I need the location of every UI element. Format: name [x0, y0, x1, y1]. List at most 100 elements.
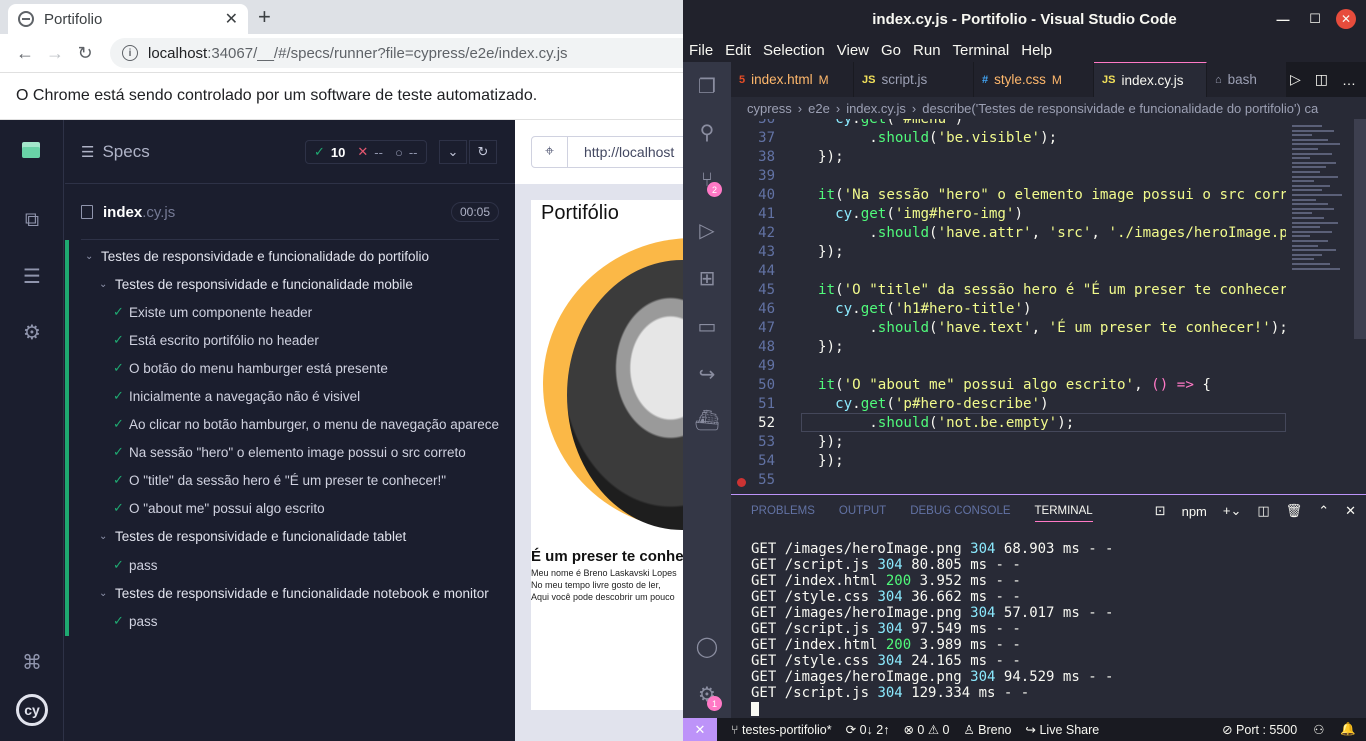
new-tab-button[interactable]: + [258, 4, 271, 30]
chevron-down-icon[interactable]: ⌄ [439, 140, 467, 164]
menu-item[interactable]: Selection [763, 42, 825, 59]
code-editor[interactable]: 36 cy.get('#menu')37 .should('be.visible… [731, 119, 1286, 494]
run-icon[interactable]: ▷ [1290, 71, 1301, 88]
menu-item[interactable]: View [837, 42, 869, 59]
search-icon[interactable]: ⚲ [695, 120, 719, 144]
panel-tab[interactable]: OUTPUT [839, 505, 886, 522]
back-button[interactable]: ← [10, 38, 40, 68]
feedback-icon[interactable]: ⚇ [1313, 722, 1324, 737]
run-debug-icon[interactable]: ▷ [695, 218, 719, 242]
panel-tab[interactable]: DEBUG CONSOLE [910, 505, 1010, 522]
menu-bar: File Edit Selection View Go Run Terminal Help [683, 38, 1366, 62]
test-suite-row[interactable]: ⌄ Testes de responsividade e funcionalida… [99, 579, 489, 607]
menu-item[interactable]: File [689, 42, 713, 59]
runs-icon[interactable]: ⧉ [20, 208, 44, 232]
test-row[interactable]: ✓ Existe um componente header [113, 298, 312, 326]
terminal-icon[interactable]: ⊡ [1155, 503, 1166, 519]
more-icon[interactable]: … [1342, 72, 1356, 88]
check-icon: ✓ [113, 388, 124, 403]
panel-tab[interactable]: PROBLEMS [751, 505, 815, 522]
browser-tab[interactable]: Portifolio ✕ [8, 4, 248, 34]
live-share-icon[interactable]: ↪ [695, 362, 719, 386]
scrollbar-thumb[interactable] [1354, 119, 1366, 339]
docker-icon[interactable]: ⛴ [694, 408, 719, 432]
bell-icon[interactable]: 🔔 [1340, 722, 1356, 737]
extensions-icon[interactable]: ⊞ [695, 266, 719, 290]
time-unit: ms - - [961, 653, 1021, 669]
test-row[interactable]: ✓ Ao clicar no botão hamburger, o menu de… [113, 410, 499, 438]
split-terminal-icon[interactable]: ◫ [1257, 503, 1269, 519]
close-icon[interactable]: ✕ [225, 9, 238, 29]
forward-button[interactable]: → [40, 38, 70, 68]
gear-icon[interactable]: ⚙ [20, 320, 44, 344]
crosshair-icon[interactable]: ⌖ [532, 137, 568, 167]
explorer-icon[interactable]: ❐ [695, 74, 719, 98]
test-row[interactable]: ✓ O "title" da sessão hero é "É um preser… [113, 466, 446, 494]
menu-item[interactable]: Help [1021, 42, 1052, 59]
menu-item[interactable]: Run [913, 42, 941, 59]
browser-icon[interactable] [20, 140, 42, 160]
time-unit: ms - - [961, 573, 1021, 589]
test-suite-row[interactable]: ⌄ Testes de responsividade e funcionalida… [99, 522, 406, 550]
rerun-button[interactable]: ↻ [469, 140, 497, 164]
editor-tab[interactable]: JS script.js [854, 62, 974, 97]
port-status[interactable]: ⊘ Port : 5500 [1222, 722, 1297, 737]
test-suite-row[interactable]: ⌄ Testes de responsividade e funcionalida… [99, 270, 413, 298]
breadcrumb-item[interactable]: e2e [808, 101, 830, 116]
branch-status[interactable]: ⑂ testes-portifolio* [731, 723, 832, 737]
info-icon[interactable]: i [122, 45, 138, 61]
tab-label: style.css [994, 72, 1046, 87]
menu-item[interactable]: Terminal [953, 42, 1010, 59]
editor-tab[interactable]: 5 index.html M [731, 62, 854, 97]
breadcrumb-item[interactable]: describe('Testes de responsividade e fun… [922, 101, 1318, 116]
test-row[interactable]: ✓ pass [113, 551, 158, 579]
test-row[interactable]: ✓ Está escrito portifólio no header [113, 326, 319, 354]
account-icon[interactable]: ◯ [695, 634, 719, 658]
sync-status[interactable]: ⟳ 0↓ 2↑ [846, 722, 890, 737]
line-number: 36 [731, 119, 775, 127]
address-bar[interactable]: i localhost:34067/__/#/specs/runner?file… [110, 38, 710, 68]
panel-tab[interactable]: TERMINAL [1034, 505, 1093, 522]
terminal-shell[interactable]: npm [1182, 504, 1207, 519]
problems-status[interactable]: ⊗ 0 ⚠ 0 [903, 722, 949, 737]
menu-item[interactable]: Edit [725, 42, 751, 59]
editor-tab[interactable]: JS index.cy.js [1094, 62, 1207, 97]
pending-icon: ○ [394, 144, 403, 160]
aut-url-bar[interactable]: ⌖ http://localhost [531, 136, 691, 168]
remote-explorer-icon[interactable]: ▭ [695, 314, 719, 338]
menu-item[interactable]: Go [881, 42, 901, 59]
error-count: 0 [917, 723, 925, 737]
test-row[interactable]: ✓ Inicialmente a navegação não é visivel [113, 382, 360, 410]
editor-tab[interactable]: # style.css M [974, 62, 1094, 97]
test-row[interactable]: ✓ pass [113, 607, 158, 635]
close-panel-icon[interactable]: ✕ [1345, 503, 1356, 519]
split-editor-icon[interactable]: ◫ [1315, 71, 1328, 88]
breadcrumb-item[interactable]: cypress [747, 101, 792, 116]
maximize-icon[interactable]: ☐ [1305, 9, 1325, 29]
command-icon[interactable]: ⌘ [20, 650, 44, 674]
test-row[interactable]: ✓ O "about me" possui algo escrito [113, 494, 325, 522]
minimap[interactable] [1286, 119, 1354, 494]
editor-tab[interactable]: ⌂ bash [1207, 62, 1287, 97]
test-row[interactable]: ✓ O botão do menu hamburger está presente [113, 354, 388, 382]
reload-button[interactable]: ↻ [70, 38, 100, 68]
response-time: 57.017 [1003, 605, 1055, 621]
terminal-output[interactable]: GET /images/heroImage.png 304 68.903 ms … [751, 541, 1114, 716]
test-suite-row[interactable]: ⌄ Testes de responsividade e funcionalida… [85, 242, 429, 270]
terminal-line: GET /images/heroImage.png 304 68.903 ms … [751, 541, 1114, 557]
chevron-up-icon[interactable]: ⌃ [1318, 503, 1329, 519]
specs-toggle[interactable]: ☰ Specs [81, 142, 150, 162]
trash-icon[interactable]: 🗑 [1286, 503, 1303, 519]
close-icon[interactable]: ✕ [1336, 9, 1356, 29]
remote-icon[interactable]: ✕ [683, 718, 717, 741]
add-terminal-icon[interactable]: +⌄ [1223, 503, 1241, 519]
live-share-status[interactable]: ↪ Live Share [1026, 722, 1100, 737]
test-row[interactable]: ✓ Na sessão "hero" o elemento image possu… [113, 438, 466, 466]
specs-list-icon[interactable]: ☰ [20, 264, 44, 288]
cypress-sidebar: ⧉ ☰ ⚙ ⌘ cy [0, 120, 64, 741]
user-status[interactable]: ♙ Breno [963, 722, 1011, 737]
minimize-icon[interactable]: — [1273, 9, 1293, 29]
editor-scrollbar[interactable] [1354, 119, 1366, 494]
breadcrumb-item[interactable]: index.cy.js [846, 101, 906, 116]
